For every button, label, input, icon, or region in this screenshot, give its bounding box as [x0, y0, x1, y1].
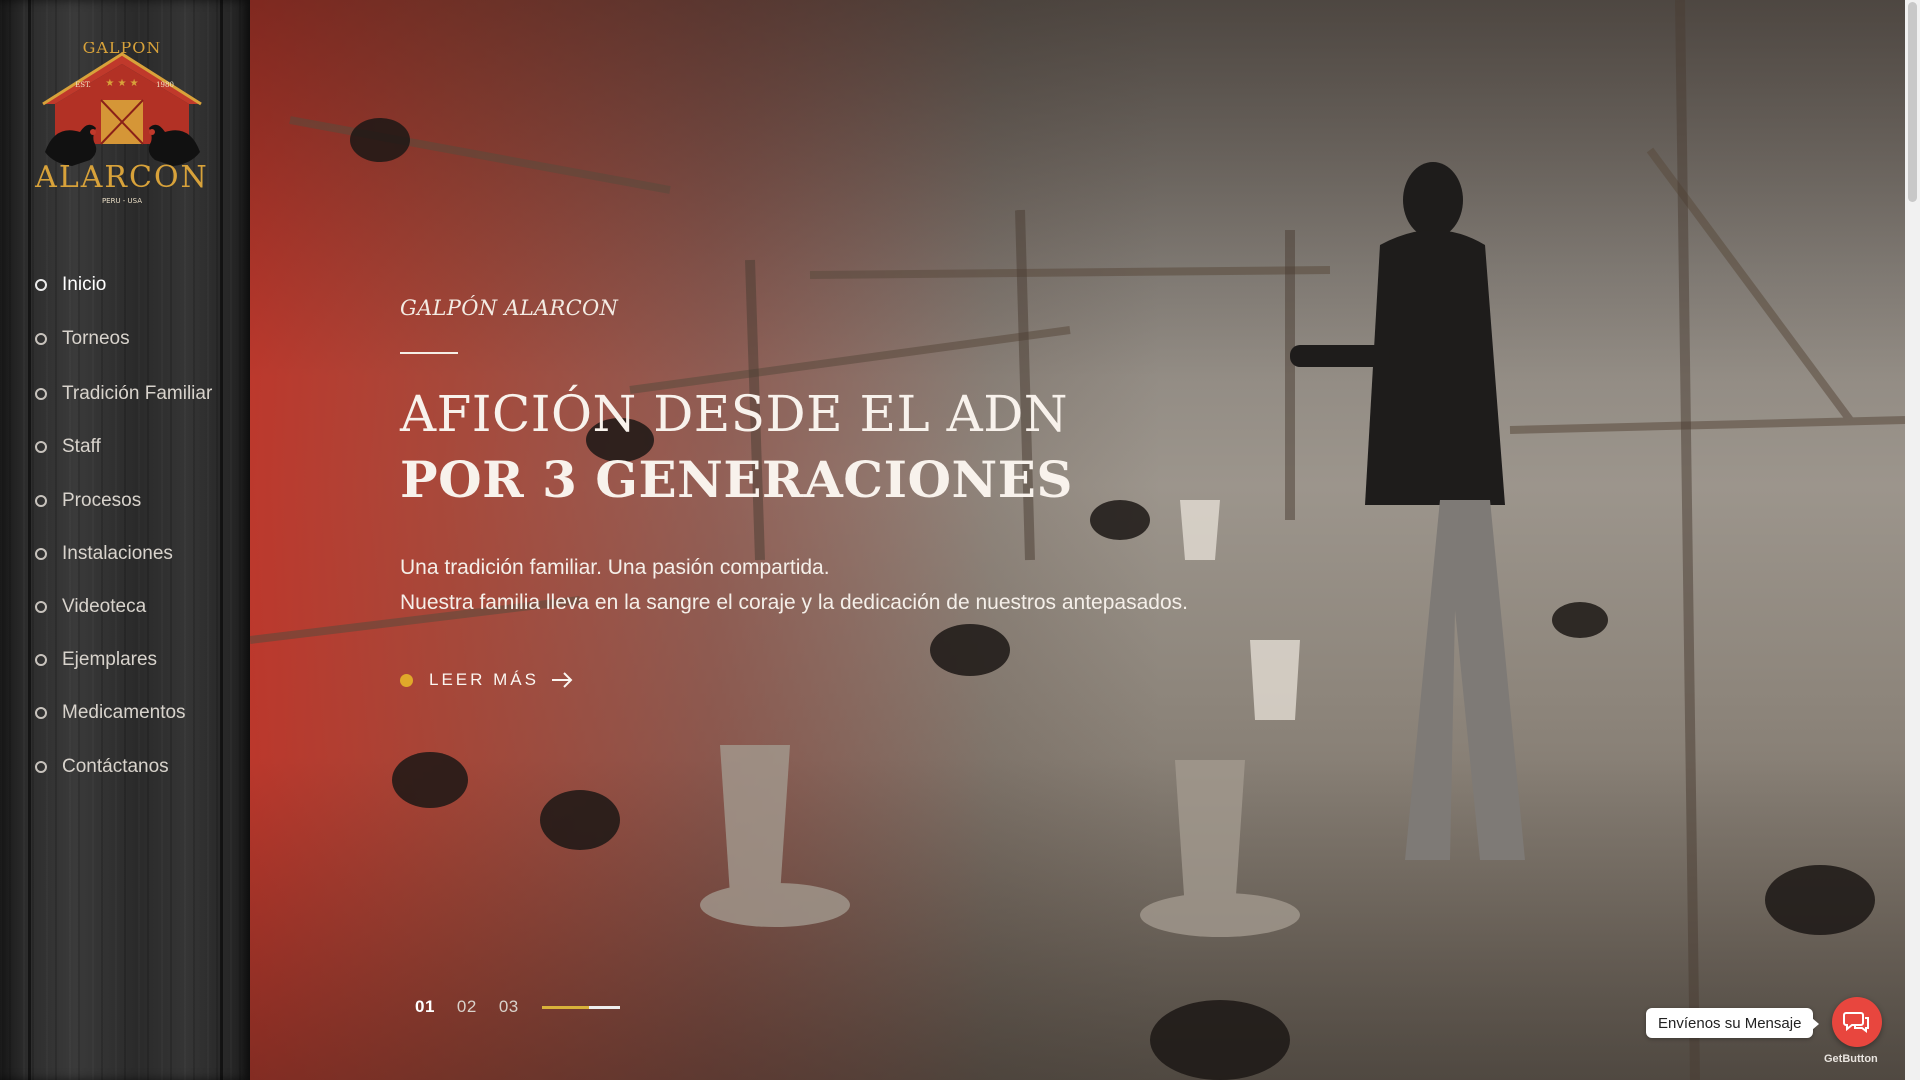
hero-headline-line1: AFICIÓN DESDE EL ADN: [400, 385, 1069, 443]
logo-top-text: GALPON: [83, 42, 162, 57]
logo-name: ALARCON: [34, 160, 209, 195]
slide-progress-bar: [541, 1005, 620, 1009]
hero-description-line2: Nuestra familia lleva en la sangre el co…: [400, 591, 1188, 614]
ring-bullet-icon: [35, 333, 47, 345]
ring-bullet-icon: [35, 388, 47, 400]
leer-mas-button[interactable]: LEER MÁS: [400, 665, 573, 695]
slider-pagination: 01 02 03: [415, 997, 620, 1017]
svg-text:★ ★ ★: ★ ★ ★: [105, 78, 138, 89]
logo-est-left: EST.: [75, 81, 91, 89]
nav-item-label: Torneos: [62, 328, 130, 349]
nav-item-instalaciones[interactable]: Instalaciones: [35, 539, 173, 569]
getbutton-branding[interactable]: GetButton: [1824, 1053, 1878, 1065]
nav-item-medicamentos[interactable]: Medicamentos: [35, 698, 186, 728]
sidebar: ★ ★ ★ GALPON EST. 1980 ALARCON PERU - US…: [0, 0, 250, 1080]
hero-background-photo: [250, 0, 1905, 1080]
ring-bullet-icon: [35, 495, 47, 507]
galpon-alarcon-logo[interactable]: ★ ★ ★ GALPON EST. 1980 ALARCON PERU - US…: [25, 42, 220, 207]
ring-bullet-icon: [35, 707, 47, 719]
chat-open-button[interactable]: [1832, 997, 1882, 1047]
nav-item-contactanos[interactable]: Contáctanos: [35, 752, 169, 782]
arrow-right-icon: [551, 672, 573, 688]
logo-tagline: PERU - USA: [102, 197, 142, 205]
nav-item-label: Ejemplares: [62, 649, 158, 670]
nav-item-staff[interactable]: Staff: [35, 432, 101, 462]
chat-bubbles-icon: [1843, 1012, 1869, 1033]
hero-headline-line2: POR 3 GENERACIONES: [400, 450, 1073, 509]
hero-headline: AFICIÓN DESDE EL ADN POR 3 GENERACIONES: [400, 381, 1073, 513]
slide-indicator-01[interactable]: 01: [415, 997, 435, 1017]
nav-item-inicio[interactable]: Inicio: [35, 270, 106, 300]
ring-bullet-icon: [35, 601, 47, 613]
chat-prompt-bubble[interactable]: Envíenos su Mensaje: [1646, 1008, 1820, 1038]
cta-dot-icon: [400, 673, 413, 687]
hero-description: Una tradición familiar. Una pasión compa…: [400, 550, 1188, 620]
scrollbar-thumb[interactable]: [1908, 2, 1917, 202]
nav-item-procesos[interactable]: Procesos: [35, 486, 141, 516]
hero-divider: [400, 352, 458, 354]
ring-bullet-icon: [35, 654, 47, 666]
cta-label: LEER MÁS: [429, 670, 539, 689]
hero-eyebrow: GALPÓN ALARCON: [400, 296, 619, 320]
nav-item-label: Staff: [62, 436, 101, 457]
logo-est-right: 1980: [156, 81, 174, 89]
nav-item-tradicion-familiar[interactable]: Tradición Familiar: [35, 379, 212, 409]
ring-bullet-icon: [35, 441, 47, 453]
nav-item-label: Videoteca: [62, 596, 147, 617]
nav-item-label: Tradición Familiar: [62, 383, 213, 404]
nav-item-videoteca[interactable]: Videoteca: [35, 592, 146, 622]
nav-item-label: Medicamentos: [62, 702, 186, 723]
hero-description-line1: Una tradición familiar. Una pasión compa…: [400, 556, 830, 579]
ring-bullet-icon: [35, 279, 47, 291]
nav-item-label: Procesos: [62, 490, 142, 511]
ring-bullet-icon: [35, 548, 47, 560]
ring-bullet-icon: [35, 761, 47, 773]
logo-emblem: ★ ★ ★ GALPON EST. 1980 ALARCON PERU - US…: [34, 42, 209, 205]
nav-item-label: Contáctanos: [62, 756, 169, 777]
page-scrollbar[interactable]: [1905, 0, 1920, 1080]
slide-indicator-02[interactable]: 02: [457, 997, 477, 1017]
nav-item-ejemplares[interactable]: Ejemplares: [35, 645, 157, 675]
hero-content: GALPÓN ALARCON AFICIÓN DESDE EL ADN POR …: [400, 296, 1300, 689]
nav-item-label: Instalaciones: [62, 543, 173, 564]
nav-item-label: Inicio: [62, 274, 107, 295]
slide-indicator-03[interactable]: 03: [499, 997, 519, 1017]
nav-item-torneos[interactable]: Torneos: [35, 324, 130, 354]
hero-slider: GALPÓN ALARCON AFICIÓN DESDE EL ADN POR …: [250, 0, 1905, 1080]
slide-progress-fill: [541, 1005, 589, 1009]
